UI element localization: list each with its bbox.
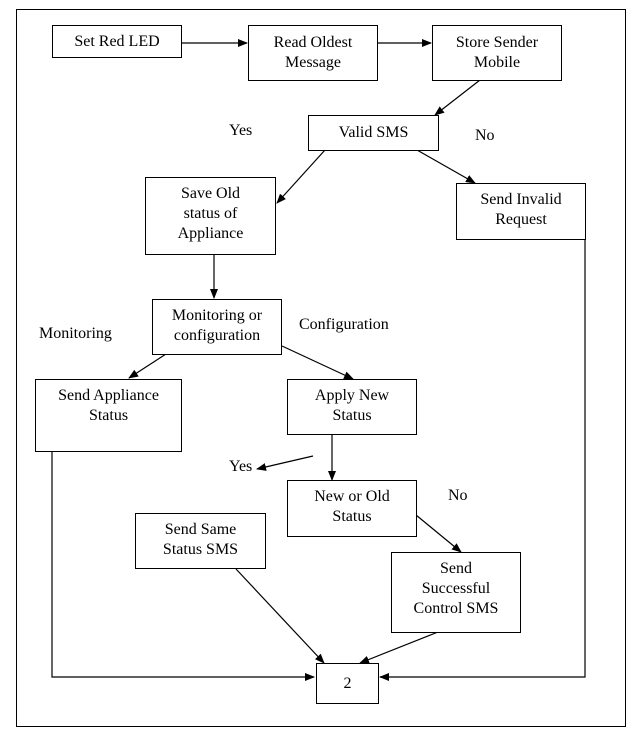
node-send-same-status-sms: Send Same Status SMS (135, 513, 266, 569)
arrow-monitoring-to-appliance (128, 353, 167, 379)
arrow-config-to-apply (281, 345, 354, 380)
node-send-invalid-request: Send Invalid Request (456, 183, 586, 240)
node-set-red-led: Set Red LED (52, 25, 182, 58)
label-configuration: Configuration (299, 316, 389, 333)
label-status-yes: Yes (229, 458, 253, 475)
node-text: Read Oldest Message (273, 34, 353, 71)
node-text: Store Sender Mobile (455, 34, 539, 71)
node-text: Valid SMS (338, 124, 409, 141)
label-valid-no: No (475, 127, 495, 144)
arrow-valid-to-save-old (276, 149, 326, 204)
node-text: Send Invalid Request (480, 191, 562, 228)
node-read-oldest-message: Read Oldest Message (248, 25, 378, 81)
arrow-valid-to-invalid (416, 149, 476, 184)
node-text: Send Same Status SMS (162, 521, 239, 558)
node-text: Send Appliance Status (58, 387, 159, 424)
node-text: Save Old status of Appliance (177, 185, 244, 242)
arrow-store-to-valid (434, 79, 481, 116)
node-text: 2 (343, 674, 352, 692)
node-text: Monitoring or configuration (171, 307, 263, 344)
node-save-old-status: Save Old status of Appliance (145, 177, 276, 255)
node-new-or-old-status: New or Old Status (287, 480, 417, 537)
node-send-appliance-status: Send Appliance Status (35, 379, 182, 452)
node-valid-sms: Valid SMS (308, 115, 439, 151)
node-monitoring-or-configuration: Monitoring or configuration (152, 299, 282, 355)
label-valid-yes: Yes (229, 122, 253, 139)
node-text: Send Successful Control SMS (413, 560, 499, 617)
node-send-successful-control-sms: Send Successful Control SMS (391, 552, 521, 633)
node-connector-2: 2 (316, 663, 379, 704)
node-text: Set Red LED (74, 32, 160, 50)
connector-layer (51, 39, 586, 681)
node-text: Apply New Status (314, 387, 390, 424)
node-text: New or Old Status (314, 488, 390, 525)
node-store-sender-mobile: Store Sender Mobile (432, 25, 562, 81)
label-status-no: No (448, 487, 468, 504)
arrow-successful-to-2 (359, 631, 439, 664)
arrow-new-old-to-successful (415, 514, 462, 553)
node-apply-new-status: Apply New Status (287, 379, 417, 435)
arrow-yes-pointer (256, 455, 314, 471)
arrow-same-status-to-2 (235, 568, 325, 664)
label-monitoring: Monitoring (39, 325, 112, 342)
